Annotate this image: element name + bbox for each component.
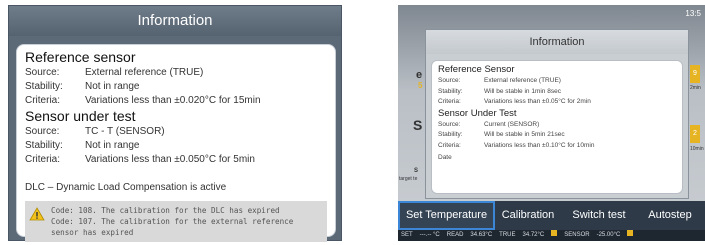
read-value: 34.63°C bbox=[470, 232, 493, 238]
true-value: 34.72°C bbox=[522, 232, 545, 238]
row-label: Criteria: bbox=[438, 98, 461, 105]
row-value: TC - T (SENSOR) bbox=[85, 126, 165, 137]
device-screen-right: 13:5 e 5 S S target te 9 2min 2 10min In… bbox=[398, 5, 705, 241]
calibration-button[interactable]: Calibration bbox=[495, 201, 561, 230]
bg-yellow-indicator: 9 bbox=[690, 65, 700, 83]
row-label: Stability: bbox=[25, 81, 63, 92]
row-label: Stability: bbox=[438, 131, 463, 138]
set-value: ---.-- °C bbox=[419, 232, 440, 238]
info-row: Stability: Will be stable in 1min 8sec bbox=[438, 87, 676, 98]
bg-target-label: target te bbox=[399, 176, 418, 182]
warning-messages: Code: 108. The calibration for the DLC h… bbox=[51, 205, 321, 238]
info-row: Source: Current (SENSOR) bbox=[438, 120, 676, 131]
dlc-status-text: DLC – Dynamic Load Compensation is activ… bbox=[25, 182, 227, 193]
warning-triangle-icon bbox=[29, 207, 45, 221]
info-row: Stability: Will be stable in 5min 21sec bbox=[438, 130, 676, 141]
bg-digit: 5 bbox=[418, 81, 423, 90]
bg-letter: e bbox=[416, 69, 423, 81]
read-label: READ bbox=[446, 232, 464, 238]
set-label: SET bbox=[401, 232, 413, 238]
autostep-button[interactable]: Autostep bbox=[637, 201, 703, 230]
warning-box: Code: 108. The calibration for the DLC h… bbox=[25, 201, 327, 242]
row-value: Not in range bbox=[85, 81, 140, 92]
row-label: Source: bbox=[438, 120, 461, 128]
date-label: Date bbox=[438, 154, 452, 161]
switch-test-button[interactable]: Switch test bbox=[561, 201, 637, 230]
info-panel-left: Information Reference sensor Source: Exte… bbox=[8, 5, 342, 242]
dialog-card: Reference Sensor Source: External referen… bbox=[431, 60, 683, 194]
row-label: Source: bbox=[438, 77, 461, 84]
row-label: Source: bbox=[25, 126, 60, 137]
info-row: Criteria: Variations less than ±0.05°C fo… bbox=[438, 97, 676, 108]
info-row: Source: External reference (TRUE) bbox=[25, 66, 327, 80]
sensor-value: -25.00°C bbox=[596, 232, 621, 238]
bottom-toolbar: Set Temperature Calibration Switch test … bbox=[398, 201, 705, 230]
row-label: Source: bbox=[25, 67, 60, 78]
bg-letter: S bbox=[413, 117, 423, 133]
warning-indicator-icon bbox=[551, 230, 558, 236]
info-row: Stability: Not in range bbox=[25, 139, 327, 153]
clock-text: 13:5 bbox=[685, 9, 701, 18]
bg-letter-small: S bbox=[414, 168, 419, 174]
information-dialog: Information Reference Sensor Source: Exte… bbox=[425, 29, 689, 199]
panel-title: Information bbox=[9, 6, 341, 36]
row-value: Will be stable in 1min 8sec bbox=[484, 87, 561, 95]
bg-time-label: 10min bbox=[690, 146, 704, 152]
dialog-title: Information bbox=[426, 30, 688, 54]
status-bar: SET ---.-- °C READ 34.63°C TRUE 34.72°C … bbox=[398, 230, 705, 241]
info-card: Reference sensor Source: External referen… bbox=[16, 44, 336, 242]
info-row: Source: TC - T (SENSOR) bbox=[25, 125, 327, 139]
bg-time-label: 2min bbox=[690, 85, 701, 91]
info-row: Source: External reference (TRUE) bbox=[438, 76, 676, 87]
sensor-under-test-heading: Sensor Under Test bbox=[438, 107, 517, 119]
row-value: External reference (TRUE) bbox=[85, 67, 204, 78]
row-value: Variations less than ±0.050°C for 5min bbox=[85, 154, 255, 165]
info-row: Criteria: Variations less than ±0.050°C f… bbox=[25, 153, 327, 167]
row-value: Will be stable in 5min 21sec bbox=[484, 131, 565, 138]
reference-sensor-heading: Reference Sensor bbox=[438, 64, 515, 75]
bg-yellow-indicator: 2 bbox=[690, 125, 700, 143]
reference-sensor-heading: Reference sensor bbox=[25, 49, 136, 65]
row-label: Criteria: bbox=[25, 95, 61, 106]
sensor-under-test-heading: Sensor under test bbox=[25, 108, 136, 124]
row-label: Criteria: bbox=[25, 154, 61, 165]
warning-indicator-icon bbox=[627, 230, 634, 236]
sensor-label: SENSOR bbox=[564, 232, 590, 238]
row-value: External reference (TRUE) bbox=[484, 77, 561, 84]
row-label: Stability: bbox=[25, 140, 63, 151]
true-label: TRUE bbox=[499, 232, 516, 238]
info-row: Criteria: Variations less than ±0.020°C f… bbox=[25, 94, 327, 108]
row-value: Variations less than ±0.05°C for 2min bbox=[484, 98, 591, 105]
row-value: Current (SENSOR) bbox=[484, 120, 540, 128]
row-label: Criteria: bbox=[438, 141, 461, 149]
warning-line: Code: 108. The calibration for the DLC h… bbox=[51, 206, 280, 215]
info-row: Stability: Not in range bbox=[25, 80, 327, 94]
row-value: Variations less than ±0.10°C for 10min bbox=[484, 141, 595, 149]
row-value: Variations less than ±0.020°C for 15min bbox=[85, 95, 261, 106]
row-label: Stability: bbox=[438, 87, 463, 95]
info-row: Criteria: Variations less than ±0.10°C fo… bbox=[438, 141, 676, 152]
set-temperature-button[interactable]: Set Temperature bbox=[398, 201, 495, 230]
row-value: Not in range bbox=[85, 140, 140, 151]
warning-line: Code: 107. The calibration for the exter… bbox=[51, 217, 294, 237]
